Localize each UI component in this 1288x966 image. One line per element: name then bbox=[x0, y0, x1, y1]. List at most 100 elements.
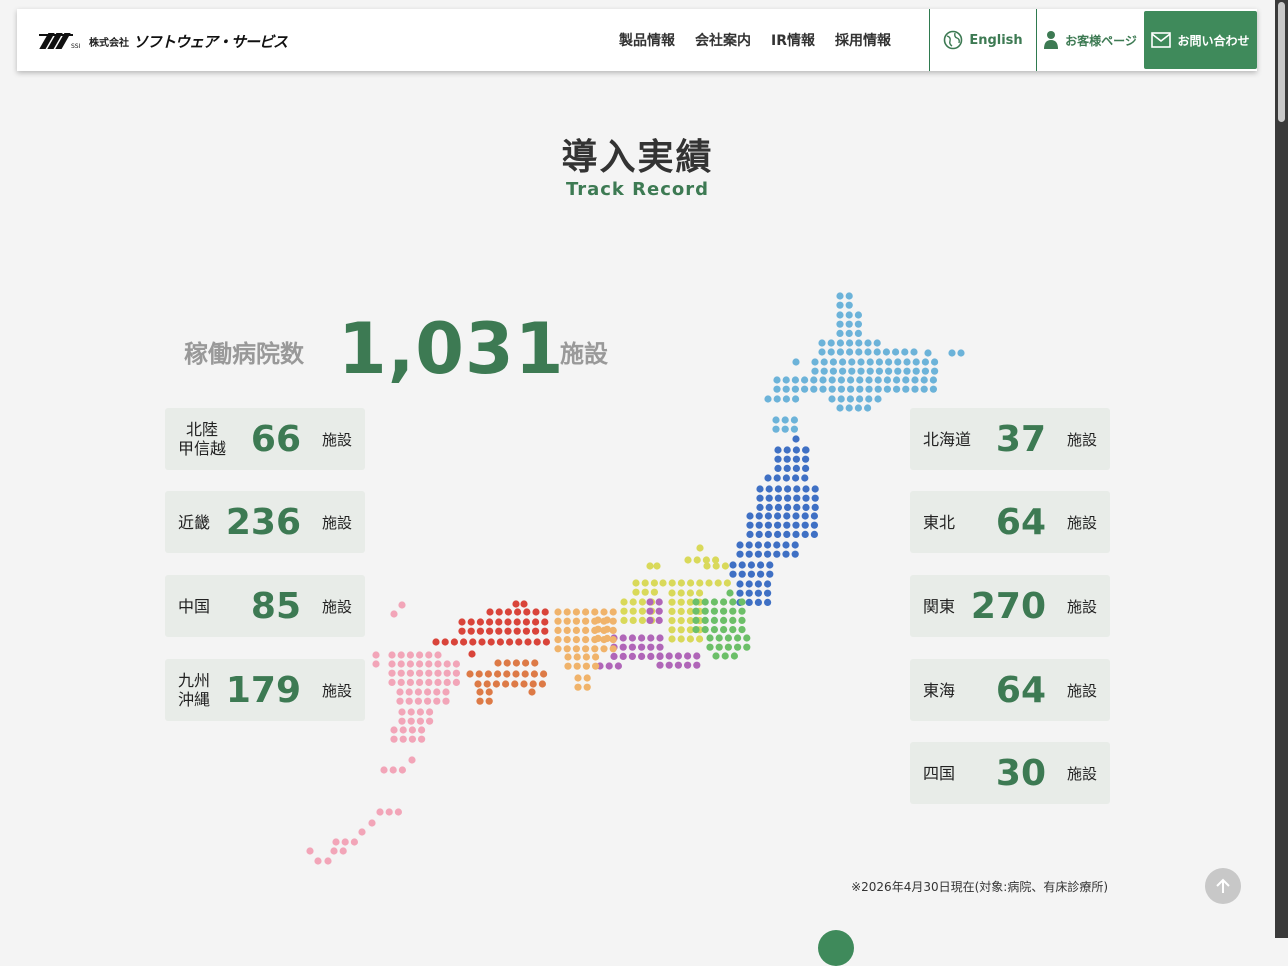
map-dot bbox=[772, 416, 780, 424]
map-dot bbox=[911, 376, 919, 384]
map-dot bbox=[521, 670, 529, 678]
nav-ir[interactable]: IR情報 bbox=[771, 30, 815, 50]
map-dot bbox=[873, 348, 881, 356]
map-dot bbox=[792, 474, 800, 482]
map-dot bbox=[857, 367, 865, 375]
map-dot bbox=[791, 550, 799, 558]
globe-icon bbox=[944, 30, 963, 50]
map-dot bbox=[854, 311, 863, 319]
map-dot bbox=[828, 376, 836, 384]
map-dot bbox=[847, 376, 855, 384]
map-dot bbox=[398, 766, 406, 774]
map-dot bbox=[414, 688, 422, 696]
map-dot bbox=[783, 455, 791, 463]
map-dot bbox=[705, 579, 713, 587]
map-dot bbox=[397, 660, 405, 668]
map-dot bbox=[425, 678, 433, 687]
map-dot bbox=[882, 348, 891, 356]
map-dot bbox=[650, 588, 659, 596]
map-dot bbox=[434, 678, 442, 687]
map-dot bbox=[865, 395, 873, 403]
customer-page-link[interactable]: お客様ページ bbox=[1037, 9, 1143, 71]
map-dot bbox=[494, 670, 502, 678]
map-dot bbox=[485, 688, 493, 696]
map-dot bbox=[522, 659, 530, 667]
map-dot bbox=[656, 652, 664, 660]
english-label: English bbox=[969, 32, 1023, 48]
map-dot bbox=[710, 626, 719, 634]
company-logo[interactable]: SSI 株式会社 ソフトウェア・サービス bbox=[37, 31, 288, 51]
scrollbar-thumb[interactable] bbox=[1278, 2, 1285, 122]
map-dot bbox=[452, 660, 460, 668]
map-dot bbox=[434, 669, 442, 677]
map-dot bbox=[418, 735, 426, 743]
nav-company[interactable]: 会社案内 bbox=[695, 30, 751, 50]
map-dot bbox=[416, 708, 424, 716]
region-name: 中国 bbox=[178, 596, 211, 616]
map-dot bbox=[764, 530, 773, 539]
page-scrollbar[interactable] bbox=[1275, 0, 1288, 938]
map-dot bbox=[416, 717, 424, 725]
region-count: 179 bbox=[225, 669, 301, 711]
map-dot bbox=[710, 607, 719, 615]
map-dot bbox=[819, 376, 827, 384]
map-dot bbox=[793, 485, 801, 493]
map-dot bbox=[399, 735, 407, 743]
map-dot bbox=[692, 598, 700, 606]
map-dot bbox=[865, 376, 873, 384]
back-to-top-button[interactable] bbox=[1205, 868, 1241, 904]
map-dot bbox=[668, 579, 676, 587]
map-dot bbox=[921, 367, 930, 375]
map-dot bbox=[475, 670, 483, 678]
map-dot bbox=[641, 579, 649, 587]
map-dot bbox=[668, 607, 676, 616]
map-dot bbox=[582, 636, 590, 644]
section-title: 導入実績 bbox=[561, 137, 714, 178]
map-dot bbox=[532, 627, 540, 635]
map-dot bbox=[406, 651, 414, 659]
map-dot bbox=[792, 395, 800, 403]
nav-products[interactable]: 製品情報 bbox=[619, 30, 675, 50]
map-dot bbox=[745, 598, 753, 607]
map-dot bbox=[865, 385, 873, 393]
map-dot bbox=[692, 616, 700, 625]
map-dot bbox=[433, 697, 441, 705]
map-dot bbox=[620, 598, 628, 606]
map-dot bbox=[684, 556, 692, 564]
map-dot bbox=[582, 662, 591, 670]
map-dot bbox=[592, 653, 600, 661]
map-dot bbox=[390, 735, 398, 743]
english-link[interactable]: English bbox=[929, 9, 1037, 71]
map-dot bbox=[677, 635, 685, 643]
map-dot bbox=[339, 847, 347, 855]
map-dot bbox=[458, 627, 466, 635]
map-dot bbox=[736, 541, 744, 549]
map-dot bbox=[572, 645, 581, 653]
map-dot bbox=[811, 503, 819, 511]
map-dot bbox=[754, 598, 763, 607]
map-dot bbox=[529, 680, 537, 688]
map-dot bbox=[846, 339, 854, 347]
map-dot bbox=[901, 348, 909, 356]
map-dot bbox=[892, 348, 900, 356]
map-dot bbox=[582, 626, 590, 635]
map-dot bbox=[885, 367, 893, 375]
map-dot bbox=[520, 680, 528, 688]
svg-text:SSI: SSI bbox=[71, 43, 81, 50]
map-dot bbox=[720, 616, 728, 625]
map-dot bbox=[492, 680, 500, 688]
map-dot bbox=[572, 636, 581, 644]
map-dot bbox=[503, 659, 511, 667]
map-dot bbox=[655, 616, 663, 625]
map-dot bbox=[846, 348, 854, 356]
contact-button[interactable]: お問い合わせ bbox=[1144, 11, 1257, 69]
map-dot bbox=[693, 556, 701, 564]
map-dot bbox=[829, 358, 838, 366]
map-dot bbox=[647, 652, 655, 661]
logo-company-name: ソフトウェア・サービス bbox=[133, 32, 288, 51]
map-dot bbox=[591, 645, 599, 653]
map-dot bbox=[903, 367, 911, 375]
nav-recruit[interactable]: 採用情報 bbox=[835, 30, 891, 50]
map-dot bbox=[665, 661, 673, 669]
map-dot bbox=[773, 376, 781, 384]
